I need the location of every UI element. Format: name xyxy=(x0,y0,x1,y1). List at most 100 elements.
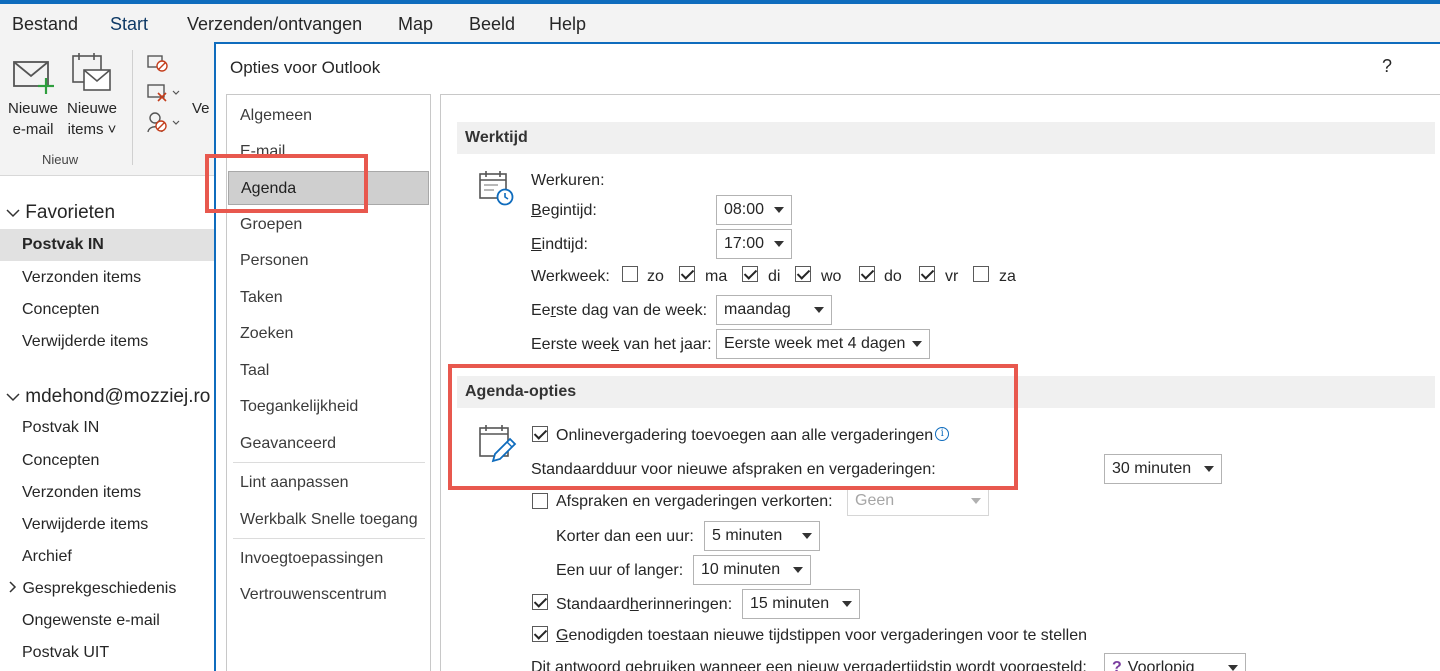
menu-file[interactable]: Bestand xyxy=(12,14,78,35)
new-items-icon xyxy=(70,52,114,101)
shorten-checkbox[interactable] xyxy=(532,493,548,509)
end-time-dropdown[interactable]: 17:00 xyxy=(716,229,792,259)
shorter-hour-dropdown[interactable]: 5 minuten xyxy=(704,521,820,551)
day-ma-label: ma xyxy=(705,268,728,285)
work-hours-label: Werkuren: xyxy=(531,172,605,189)
day-wo-label: wo xyxy=(821,268,842,285)
day-di-checkbox[interactable] xyxy=(742,266,758,282)
start-time-dropdown[interactable]: 08:00 xyxy=(716,195,792,225)
allow-new-times-label: Genodigden toestaan nieuwe tijdstippen v… xyxy=(556,627,1087,645)
account-sent[interactable]: Verzonden items xyxy=(22,484,141,502)
account-header[interactable]: mdehond@mozziej.ro xyxy=(6,386,210,408)
category-accessibility[interactable]: Toegankelijkheid xyxy=(240,398,358,416)
ribbon: Nieuwe e-mail Nieuwe items ˅ Nieuw Ve xyxy=(0,42,216,176)
hour-longer-dropdown[interactable]: 10 minuten xyxy=(693,555,811,585)
favorite-deleted[interactable]: Verwijderde items xyxy=(22,333,148,351)
favorites-header[interactable]: Favorieten xyxy=(6,202,115,224)
allow-new-times-text: enodigden toestaan nieuwe tijdstippen vo… xyxy=(568,627,1088,644)
category-language[interactable]: Taal xyxy=(240,362,269,380)
account-deleted[interactable]: Verwijderde items xyxy=(22,516,148,534)
category-quick-access[interactable]: Werkbalk Snelle toegang xyxy=(240,511,418,529)
category-people[interactable]: Personen xyxy=(240,252,309,270)
favorite-inbox[interactable]: Postvak IN xyxy=(0,229,216,261)
account-conversation-history[interactable]: Gesprekgeschiedenis xyxy=(8,580,176,598)
day-do-checkbox[interactable] xyxy=(859,266,875,282)
favorite-sent[interactable]: Verzonden items xyxy=(22,269,141,287)
hour-longer-label: Een uur of langer: xyxy=(556,562,684,579)
category-advanced[interactable]: Geavanceerd xyxy=(240,435,336,453)
start-time-label: Begintijd: xyxy=(531,202,597,220)
menu-folder[interactable]: Map xyxy=(398,14,433,35)
first-week-dropdown[interactable]: Eerste week met 4 dagen xyxy=(716,329,930,359)
category-customize-ribbon[interactable]: Lint aanpassen xyxy=(240,474,349,492)
folder-pane: Favorieten Postvak IN Verzonden items Co… xyxy=(0,176,216,671)
account-archive[interactable]: Archief xyxy=(22,548,72,566)
dropdown-arrow-icon xyxy=(912,341,922,347)
account-inbox[interactable]: Postvak IN xyxy=(22,419,99,437)
first-day-label: Eerste dag van de week: xyxy=(531,302,707,320)
dialog-help-button[interactable]: ? xyxy=(1382,56,1392,77)
category-divider xyxy=(233,462,425,463)
end-time-label: Eindtijd: xyxy=(531,236,588,254)
account-drafts[interactable]: Concepten xyxy=(22,452,99,470)
reminders-dropdown[interactable]: 15 minuten xyxy=(742,589,860,619)
account-outbox[interactable]: Postvak UIT xyxy=(22,644,109,662)
info-icon[interactable]: i xyxy=(935,427,950,441)
new-email-button[interactable]: Nieuwe e-mail xyxy=(4,98,62,140)
menu-send-receive[interactable]: Verzenden/ontvangen xyxy=(187,14,362,35)
first-day-value: maandag xyxy=(724,301,791,318)
default-duration-dropdown[interactable]: 30 minuten xyxy=(1104,454,1222,484)
shorten-dropdown[interactable]: Geen xyxy=(847,486,989,516)
shorter-hour-label: Korter dan een uur: xyxy=(556,528,694,545)
menu-help[interactable]: Help xyxy=(549,14,586,35)
new-items-label-2: items ˅ xyxy=(67,121,117,138)
new-items-button[interactable]: Nieuwe items ˅ xyxy=(62,98,122,140)
first-week-label-b: van het jaar: xyxy=(619,336,712,353)
dropdown-arrow-icon xyxy=(774,207,784,213)
category-search[interactable]: Zoeken xyxy=(240,325,293,343)
chevron-down-icon xyxy=(6,202,25,223)
cleanup-icon[interactable] xyxy=(146,82,182,109)
reminders-checkbox[interactable] xyxy=(532,594,548,610)
day-ma-checkbox[interactable] xyxy=(679,266,695,282)
category-agenda[interactable]: Agenda xyxy=(228,171,429,205)
reminders-label-a: Standaard xyxy=(556,596,630,613)
day-za-label: za xyxy=(999,268,1016,285)
shorten-label: Afspraken en vergaderingen verkorten: xyxy=(556,493,833,510)
dropdown-arrow-icon xyxy=(814,307,824,313)
options-dialog: Opties voor Outlook ? Algemeen E-mail Ag… xyxy=(214,42,1440,671)
section-header-werktijd: Werktijd xyxy=(457,122,1435,154)
section-header-agenda-opties: Agenda-opties xyxy=(457,376,1435,408)
category-addins[interactable]: Invoegtoepassingen xyxy=(240,550,383,568)
day-za-checkbox[interactable] xyxy=(973,266,989,282)
favorite-drafts[interactable]: Concepten xyxy=(22,301,99,319)
ribbon-group-new-label: Nieuw xyxy=(42,152,79,167)
new-email-label-1: Nieuwe xyxy=(7,100,59,117)
menu-home[interactable]: Start xyxy=(110,14,148,35)
day-zo-checkbox[interactable] xyxy=(622,266,638,282)
category-email[interactable]: E-mail xyxy=(240,143,285,161)
response-dropdown[interactable]: ? Voorlopig xyxy=(1104,653,1246,671)
day-wo-checkbox[interactable] xyxy=(795,266,811,282)
work-week-label: Werkweek: xyxy=(531,268,610,285)
account-junk[interactable]: Ongewenste e-mail xyxy=(22,612,160,630)
allow-new-times-checkbox[interactable] xyxy=(532,626,548,642)
new-email-icon xyxy=(12,56,56,101)
online-meeting-checkbox[interactable] xyxy=(532,426,548,442)
category-tasks[interactable]: Taken xyxy=(240,289,283,307)
ignore-icon[interactable] xyxy=(146,52,170,79)
end-time-label-text: indtijd: xyxy=(541,236,588,253)
shorter-hour-value: 5 minuten xyxy=(712,527,783,544)
category-trust-center[interactable]: Vertrouwenscentrum xyxy=(240,586,387,604)
day-vr-label: vr xyxy=(945,268,959,285)
category-general[interactable]: Algemeen xyxy=(240,107,312,125)
category-groups[interactable]: Groepen xyxy=(240,216,302,234)
first-day-dropdown[interactable]: maandag xyxy=(716,295,832,325)
junk-icon[interactable] xyxy=(146,110,182,139)
dropdown-arrow-icon xyxy=(1204,466,1214,472)
day-zo-label: zo xyxy=(647,268,664,285)
reminders-access-key: h xyxy=(629,596,639,613)
menu-view[interactable]: Beeld xyxy=(469,14,515,35)
allow-new-times-access-key: G xyxy=(556,627,569,644)
day-vr-checkbox[interactable] xyxy=(919,266,935,282)
